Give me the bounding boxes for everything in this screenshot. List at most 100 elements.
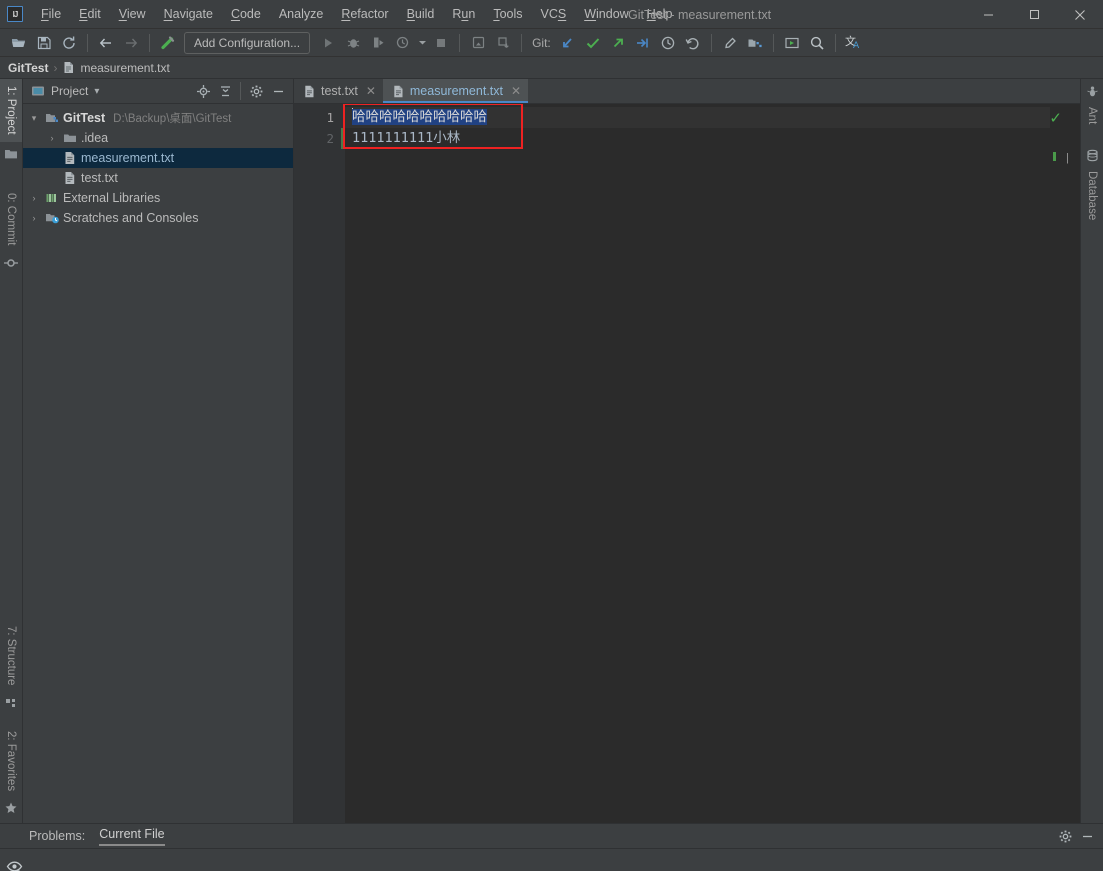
gear-icon[interactable] xyxy=(1055,826,1075,846)
gear-icon[interactable] xyxy=(246,81,266,101)
star-icon xyxy=(0,798,22,823)
menu-analyze[interactable]: Analyze xyxy=(270,3,332,25)
sidebar-item-project[interactable]: 1: Project xyxy=(0,79,22,142)
menu-refactor[interactable]: Refactor xyxy=(332,3,397,25)
rollback-icon[interactable] xyxy=(681,31,705,55)
left-strip-top: 1: Project 0: Commit xyxy=(0,79,22,274)
menu-vcs[interactable]: VCS xyxy=(532,3,576,25)
menu-file[interactable]: File xyxy=(32,3,70,25)
run-with-coverage-icon[interactable] xyxy=(366,31,390,55)
text-file-icon xyxy=(303,85,316,98)
change-stripe-marker[interactable] xyxy=(1053,152,1056,161)
chevron-right-icon[interactable]: › xyxy=(27,193,41,203)
sidebar-item-commit[interactable]: 0: Commit xyxy=(0,186,22,252)
chevron-right-icon[interactable]: › xyxy=(27,213,41,223)
run-configuration-selector[interactable]: Add Configuration... xyxy=(184,31,311,54)
attach-debugger-icon[interactable] xyxy=(466,31,490,55)
build-project-icon[interactable] xyxy=(156,31,180,55)
menu-navigate[interactable]: Navigate xyxy=(155,3,222,25)
minimize-button[interactable] xyxy=(965,0,1011,29)
ant-label: Ant xyxy=(1086,107,1098,125)
tree-path-gittest: D:\Backup\桌面\GitTest xyxy=(113,113,232,125)
menu-view[interactable]: View xyxy=(110,3,155,25)
problems-panel-header: Problems: Current File xyxy=(0,824,1103,849)
profile-icon[interactable] xyxy=(391,31,415,55)
tree-label-scratches-consoles: Scratches and Consoles xyxy=(63,211,199,225)
commit-icon[interactable] xyxy=(581,31,605,55)
project-tool-window: Project ▾ ▾ GitTest D:\Backup\桌面\GitTest… xyxy=(23,79,294,823)
sidebar-item-ant[interactable]: Ant xyxy=(1082,100,1102,131)
project-panel-header: Project ▾ xyxy=(23,79,293,104)
tree-node-measurement-txt[interactable]: measurement.txt xyxy=(23,148,293,168)
commit-icon xyxy=(0,252,22,274)
menu-build[interactable]: Build xyxy=(398,3,444,25)
synchronize-icon[interactable] xyxy=(57,31,81,55)
editor-gutter[interactable]: 1 2 xyxy=(294,104,345,823)
tree-node-test-txt[interactable]: test.txt xyxy=(23,168,293,188)
hide-panel-icon[interactable] xyxy=(1077,826,1097,846)
code-line-1[interactable]: 哈哈哈哈哈哈哈哈哈哈 xyxy=(345,107,1050,128)
editor-area: test.txt ✕ measurement.txt ✕ 1 2 哈哈哈哈哈哈哈… xyxy=(294,79,1080,823)
chevron-down-icon[interactable]: ▾ xyxy=(27,113,41,124)
tab-test-txt[interactable]: test.txt ✕ xyxy=(294,79,383,103)
toolbar-separator-4 xyxy=(521,33,523,52)
locate-file-icon[interactable] xyxy=(193,81,213,101)
menu-edit[interactable]: Edit xyxy=(70,3,110,25)
menu-code[interactable]: Code xyxy=(222,3,270,25)
update-project-icon[interactable] xyxy=(556,31,580,55)
run-icon[interactable] xyxy=(316,31,340,55)
history-icon[interactable] xyxy=(656,31,680,55)
project-structure-icon[interactable] xyxy=(743,31,767,55)
tab-close-icon[interactable]: ✕ xyxy=(366,84,376,98)
chevron-down-icon[interactable]: ▾ xyxy=(94,86,99,97)
toolbar-separator-5 xyxy=(710,33,712,52)
shelve-changes-icon[interactable] xyxy=(631,31,655,55)
profile-dropdown-icon[interactable] xyxy=(416,31,428,55)
select-opened-file-icon[interactable] xyxy=(780,31,804,55)
tree-node-gittest[interactable]: ▾ GitTest D:\Backup\桌面\GitTest xyxy=(23,108,293,128)
stop-icon[interactable] xyxy=(429,31,453,55)
translate-icon[interactable]: 文A xyxy=(842,31,866,55)
project-tree: ▾ GitTest D:\Backup\桌面\GitTest › .idea m… xyxy=(23,104,293,823)
code-editor[interactable]: 哈哈哈哈哈哈哈哈哈哈 1111111111小林 xyxy=(343,104,1050,823)
maximize-button[interactable] xyxy=(1011,0,1057,29)
code-line-2[interactable]: 1111111111小林 xyxy=(345,128,1050,149)
breadcrumb-project[interactable]: GitTest xyxy=(8,61,48,75)
problems-content: No problems in measurement.txt xyxy=(29,849,1103,871)
code-line-2-text: 1111111111小林 xyxy=(352,130,461,146)
update-running-app-icon[interactable] xyxy=(491,31,515,55)
tab-close-icon[interactable]: ✕ xyxy=(511,84,521,98)
tab-measurement-txt[interactable]: measurement.txt ✕ xyxy=(382,79,529,103)
push-icon[interactable] xyxy=(606,31,630,55)
forward-icon[interactable] xyxy=(119,31,143,55)
debug-icon[interactable] xyxy=(341,31,365,55)
settings-icon[interactable] xyxy=(718,31,742,55)
back-icon[interactable] xyxy=(94,31,118,55)
sidebar-item-structure[interactable]: 7: Structure xyxy=(0,619,22,692)
tree-node-external-libraries[interactable]: › External Libraries xyxy=(23,188,293,208)
tree-node-scratches-consoles[interactable]: › Scratches and Consoles xyxy=(23,208,293,228)
tree-label-test-txt: test.txt xyxy=(81,171,118,185)
commit-label: 0: Commit xyxy=(5,192,17,245)
editor-error-stripe[interactable] xyxy=(1050,104,1062,823)
open-project-icon[interactable] xyxy=(7,31,31,55)
menu-run[interactable]: Run xyxy=(443,3,484,25)
hide-panel-icon[interactable] xyxy=(268,81,288,101)
preview-icon[interactable] xyxy=(4,856,26,871)
line-number-2: 2 xyxy=(326,131,334,146)
vcs-change-marker[interactable] xyxy=(341,128,344,149)
close-button[interactable] xyxy=(1057,0,1103,29)
breadcrumb-file[interactable]: measurement.txt xyxy=(62,61,170,75)
collapse-all-icon[interactable] xyxy=(215,81,235,101)
inspection-status-icon[interactable]: ✓ xyxy=(1049,109,1062,127)
sidebar-item-database[interactable]: Database xyxy=(1082,164,1102,227)
sidebar-item-favorites[interactable]: 2: Favorites xyxy=(0,724,22,798)
title-bar: IJ File Edit View Navigate Code Analyze … xyxy=(0,0,1103,29)
save-all-icon[interactable] xyxy=(32,31,56,55)
chevron-right-icon[interactable]: › xyxy=(45,133,59,143)
menu-tools[interactable]: Tools xyxy=(484,3,531,25)
menu-bar: File Edit View Navigate Code Analyze Ref… xyxy=(32,0,681,29)
search-everywhere-icon[interactable] xyxy=(805,31,829,55)
tab-current-file[interactable]: Current File xyxy=(99,827,165,846)
tree-node-idea[interactable]: › .idea xyxy=(23,128,293,148)
